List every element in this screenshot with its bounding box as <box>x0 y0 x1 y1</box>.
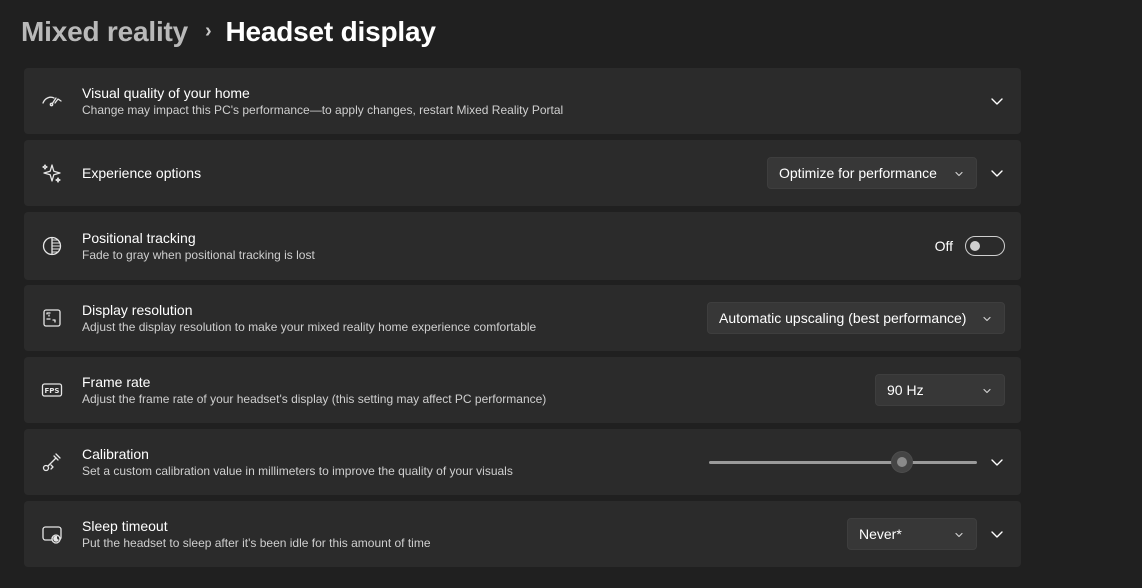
sleep-timeout-description: Put the headset to sleep after it's been… <box>82 536 431 550</box>
visual-quality-card[interactable]: Visual quality of your home Change may i… <box>24 68 1021 134</box>
positional-tracking-toggle[interactable] <box>965 236 1005 256</box>
positional-tracking-title: Positional tracking <box>82 230 196 246</box>
expand-chevron-icon[interactable] <box>989 165 1005 181</box>
calibration-title: Calibration <box>82 446 149 462</box>
positional-tracking-description: Fade to gray when positional tracking is… <box>82 248 315 262</box>
breadcrumb: Mixed reality › Headset display <box>21 12 436 52</box>
display-resolution-description: Adjust the display resolution to make yo… <box>82 320 537 334</box>
sleep-timeout-dropdown[interactable]: Never* <box>847 518 977 550</box>
sleep-timeout-title: Sleep timeout <box>82 518 168 534</box>
resolution-icon <box>41 307 63 329</box>
breadcrumb-separator: › <box>205 19 212 42</box>
expand-chevron-icon[interactable] <box>989 454 1005 470</box>
calibration-description: Set a custom calibration value in millim… <box>82 464 513 478</box>
experience-options-dropdown[interactable]: Optimize for performance <box>767 157 977 189</box>
toggle-state-label: Off <box>934 238 953 254</box>
frame-rate-selected: 90 Hz <box>887 382 924 398</box>
breadcrumb-parent-link[interactable]: Mixed reality <box>21 16 188 48</box>
frame-rate-description: Adjust the frame rate of your headset's … <box>82 392 547 406</box>
calibration-card[interactable]: Calibration Set a custom calibration val… <box>24 429 1021 495</box>
settings-page: Mixed reality › Headset display Visual q… <box>0 0 1142 588</box>
chevron-down-icon <box>981 312 993 324</box>
experience-options-title: Experience options <box>82 165 202 181</box>
frame-rate-dropdown[interactable]: 90 Hz <box>875 374 1005 406</box>
chevron-down-icon <box>981 384 993 396</box>
sparkle-icon <box>41 162 63 184</box>
visual-quality-description: Change may impact this PC's performance—… <box>82 103 564 117</box>
frame-rate-card: FPS Frame rate Adjust the frame rate of … <box>24 357 1021 423</box>
frame-rate-title: Frame rate <box>82 374 151 390</box>
gauge-icon <box>41 90 63 112</box>
display-resolution-dropdown[interactable]: Automatic upscaling (best performance) <box>707 302 1005 334</box>
sleep-timeout-selected: Never* <box>859 526 902 542</box>
slider-track <box>709 461 977 464</box>
page-title: Headset display <box>225 16 436 47</box>
sleep-timeout-card[interactable]: Sleep timeout Put the headset to sleep a… <box>24 501 1021 567</box>
toggle-knob <box>970 241 980 251</box>
half-circle-icon <box>41 235 63 257</box>
expand-chevron-icon[interactable] <box>989 93 1005 109</box>
fps-icon: FPS <box>41 379 63 401</box>
positional-tracking-toggle-group: Off <box>935 236 1005 256</box>
display-resolution-title: Display resolution <box>82 302 193 318</box>
positional-tracking-card: Positional tracking Fade to gray when po… <box>24 212 1021 280</box>
chevron-down-icon <box>953 167 965 179</box>
slider-thumb-center <box>896 457 907 467</box>
svg-text:FPS: FPS <box>45 387 60 395</box>
sleep-icon <box>41 523 63 545</box>
visual-quality-title: Visual quality of your home <box>82 85 250 101</box>
expand-chevron-icon[interactable] <box>989 526 1005 542</box>
ruler-icon <box>41 451 63 473</box>
chevron-down-icon <box>953 528 965 540</box>
display-resolution-selected: Automatic upscaling (best performance) <box>719 310 967 326</box>
display-resolution-card: Display resolution Adjust the display re… <box>24 285 1021 351</box>
calibration-slider[interactable] <box>709 451 977 473</box>
slider-thumb[interactable] <box>890 451 913 473</box>
experience-options-selected: Optimize for performance <box>779 165 937 181</box>
experience-options-card[interactable]: Experience options Optimize for performa… <box>24 140 1021 206</box>
